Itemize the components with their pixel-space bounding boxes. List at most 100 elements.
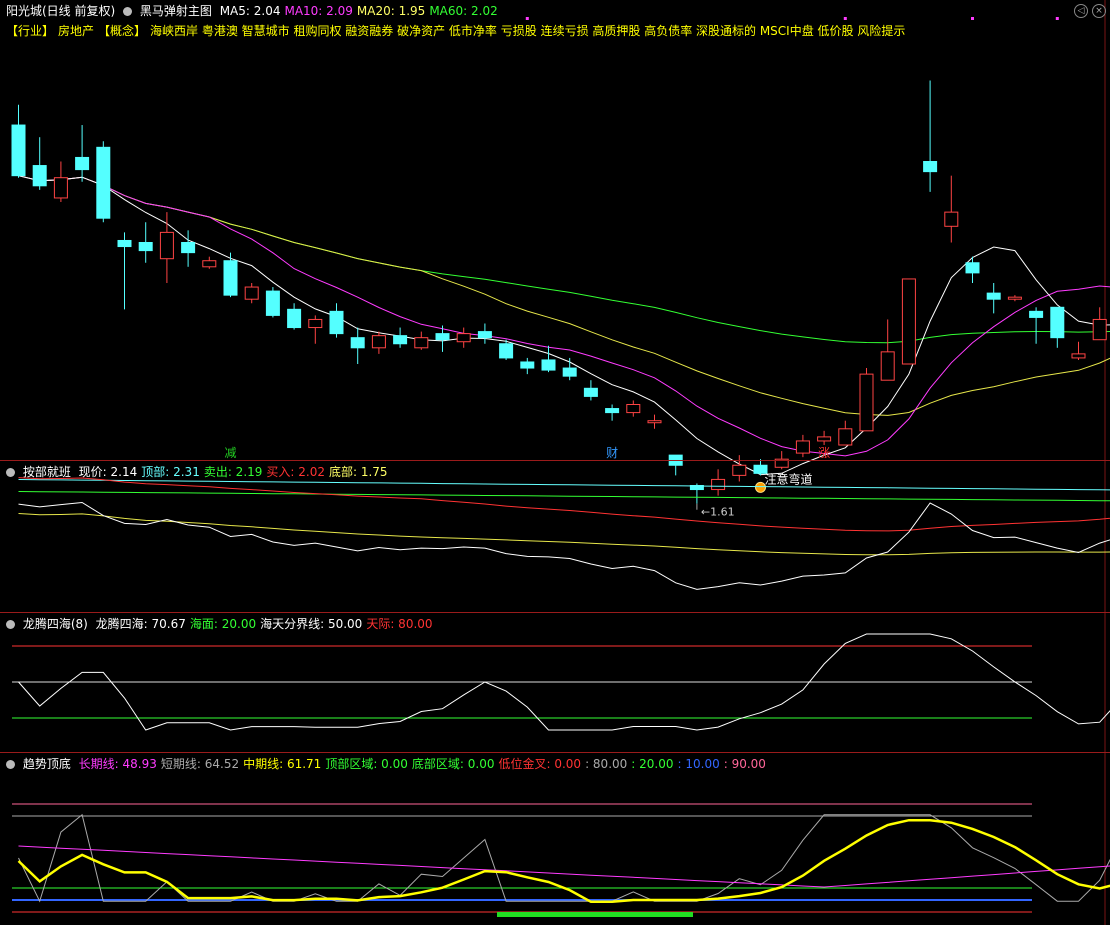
candle-body [414,337,429,349]
panel4-settings-icon[interactable] [6,760,15,769]
candle-body [1007,296,1022,300]
panel2-value-2: 卖出: 2.19 [203,465,263,479]
panel3-value-3: 天际: 80.00 [366,617,433,631]
panel4-name[interactable]: 趋势顶底 [23,757,71,771]
candle-body [859,373,874,432]
panel2-bottom-line [18,513,1110,556]
candle-body [435,333,450,341]
concepts-line: 【行业】 房地产 【概念】 海峡西岸 粤港澳 智慧城市 租购同权 融资融券 破净资产 … [6,24,909,38]
candle-body [647,420,662,424]
panel3-param: (8) [70,617,88,631]
settings-icon[interactable] [123,7,133,16]
panel3-value-0: 龙腾四海: 70.67 [95,617,186,631]
candle-body [838,428,853,446]
candle-body [732,464,747,476]
candle-body [371,335,386,349]
panel2-value-1: 顶部: 2.31 [141,465,200,479]
concept-text-0: 【行业】 [6,24,55,38]
candle-body [350,337,365,349]
candle-body [923,161,938,173]
panel-separator [0,460,1110,461]
indicator-name[interactable]: 黑马弹射主图 [140,4,212,18]
panel-separator [0,752,1110,753]
panel-separator [0,612,1110,613]
panel4-long-line [18,845,1110,888]
signal-marker: 财 [606,446,618,460]
candle-body [96,146,111,219]
panel4-value-0: 长期线: 48.93 [78,757,157,771]
candle-body [944,211,959,227]
candle-body [901,278,916,365]
candle-body [138,242,153,252]
candle-body [986,292,1001,300]
ma-label-0: MA5: 2.04 [219,4,281,18]
panel4-mid-line [17,818,1110,904]
candle-body [583,387,598,397]
candle-body [53,177,68,199]
candle-body [520,361,535,369]
ma60-line [18,175,1110,344]
candle-body [202,260,217,268]
panel3-settings-icon[interactable] [6,620,15,629]
candle-body [308,318,323,329]
panel4-value-5: 低位金叉: 0.00 [498,757,582,771]
candle-body [817,436,832,442]
concept-text-1: 房地产 [58,24,95,38]
panel2-buy-line [18,477,1110,532]
panel4-value-4: 底部区域: 0.00 [411,757,495,771]
panel4-value-7: : 20.00 [631,757,674,771]
concept-text-3: 海峡西岸 粤港澳 智慧城市 租购同权 融资融券 破净资产 低市净率 亏损股 连续… [150,24,906,38]
panel3-header: 龙腾四海(8) 龙腾四海: 70.67 海面: 20.00 海天分界线: 50.00… [6,617,441,631]
signal-dot [525,17,529,20]
close-icon[interactable]: × [1092,4,1106,18]
panel3-name[interactable]: 龙腾四海 [23,617,71,631]
concept-text-2: 【概念】 [98,24,147,38]
panel4-golden-cross-bar [497,912,693,917]
candle-body [965,262,980,274]
ma-label-2: MA20: 1.95 [356,4,426,18]
candle-body [244,286,259,300]
panel4-header: 趋势顶底 长期线: 48.93 短期线: 64.52 中期线: 61.71 顶部区域:… [6,757,774,771]
signal-marker: 涨 [818,445,830,460]
candle-body [605,408,620,414]
candle-body [329,310,344,335]
panel2-header: 按部就班 现价: 2.14 顶部: 2.31 卖出: 2.19 买入: 2.02 底部:… [6,465,396,479]
candle-body [541,359,556,371]
candle-body [159,231,174,260]
panel2-top-line [18,479,1110,491]
candle-body [880,351,895,381]
main-header: 阳光城(日线 前复权) 黑马弹射主图 MA5: 2.04 MA10: 2.09 MA… [6,4,506,18]
panel4-value-3: 顶部区域: 0.00 [325,757,408,771]
stock-title[interactable]: 阳光城(日线 前复权) [6,4,115,18]
candle-body [32,165,47,187]
candle-body [1029,310,1044,318]
panel4-value-2: 中期线: 61.71 [243,757,322,771]
annotation-text: 注意弯道 [765,471,813,486]
candle-body [287,308,302,329]
ma-label-1: MA10: 2.09 [284,4,353,18]
candle-body [1071,353,1086,359]
signal-marker: 减 [225,446,237,460]
panel4-value-8: : 10.00 [677,757,720,771]
chart-canvas: ←1.61 注意弯道 减 财 涨 [11,0,1110,925]
panel2-value-0: 现价: 2.14 [78,465,138,479]
candle-body [562,367,577,377]
panel4-value-6: : 80.00 [585,757,628,771]
candle-body [181,242,196,254]
panel4-value-1: 短期线: 64.52 [160,757,240,771]
signal-dot [843,17,847,20]
panel2-price-line [18,501,1110,590]
candle-body [456,333,471,343]
low-price-label: ←1.61 [701,506,735,519]
ma-label-3: MA60: 2.02 [429,4,498,18]
panel2-settings-icon[interactable] [6,468,15,477]
signal-dot [1055,17,1059,20]
panel2-name[interactable]: 按部就班 [23,465,71,479]
candle-body [11,124,26,177]
restore-icon[interactable]: ◁ [1074,4,1088,18]
candle-body [499,343,514,359]
candle-body [75,156,90,171]
candle-body [223,260,238,296]
candle-body [626,404,641,414]
candle-body [265,290,280,316]
